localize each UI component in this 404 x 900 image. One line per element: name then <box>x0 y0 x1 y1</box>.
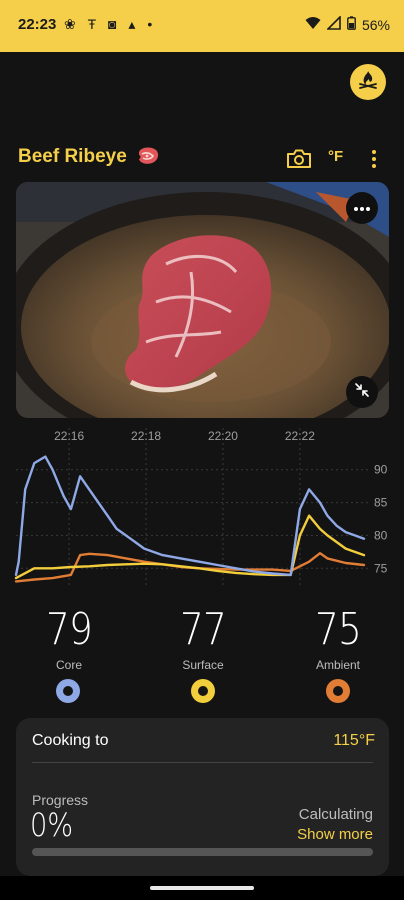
surface-value: 77 <box>180 604 227 655</box>
progress-bar <box>32 848 373 856</box>
battery-percent: 56% <box>361 16 390 33</box>
cooking-to-label: Cooking to <box>32 732 109 749</box>
photo-more-button[interactable] <box>346 192 378 224</box>
y-tick-label: 75 <box>374 561 388 575</box>
ambient-label: Ambient <box>315 658 361 672</box>
more-options-button[interactable] <box>366 148 382 170</box>
more-horizontal-icon <box>353 199 371 217</box>
core-series-toggle[interactable] <box>56 679 80 703</box>
temperature-chart[interactable]: 22:16 22:18 22:20 22:22 90 85 80 75 <box>0 420 404 598</box>
battery-icon <box>347 16 356 33</box>
home-gesture-handle[interactable] <box>150 886 254 890</box>
target-temperature[interactable]: 115°F <box>333 732 375 750</box>
surface-label: Surface <box>182 658 224 672</box>
steak-photo[interactable] <box>16 182 389 418</box>
camera-icon <box>286 149 312 174</box>
page-title: Beef Ribeye <box>18 146 127 167</box>
status-bar: 22:23 ❀ Ŧ ◙ ▴ • 56% <box>0 0 404 52</box>
y-tick-label: 80 <box>374 528 388 542</box>
calculating-status: Calculating <box>298 806 373 823</box>
steak-icon <box>136 146 160 171</box>
y-tick-label: 85 <box>374 496 388 510</box>
core-reading: 79 Core <box>14 604 124 672</box>
status-time: 22:23 <box>18 16 57 33</box>
progress-value: 0% <box>30 806 74 844</box>
core-value: 79 <box>46 604 93 655</box>
cooking-card: Cooking to 115°F Progress 0% Calculating… <box>16 718 389 876</box>
system-nav-bar <box>0 876 404 900</box>
y-tick-label: 90 <box>374 463 388 477</box>
unit-toggle-button[interactable]: °F <box>328 148 343 165</box>
flame-logo-button[interactable] <box>350 64 386 100</box>
more-vertical-icon <box>366 150 382 174</box>
notification-icons: ❀ Ŧ ◙ ▴ • <box>64 16 157 32</box>
collapse-arrows-icon <box>354 382 370 403</box>
flame-logo-icon <box>357 69 379 96</box>
x-tick-label: 22:22 <box>285 429 315 443</box>
signal-icon <box>326 15 341 33</box>
x-tick-label: 22:18 <box>131 429 161 443</box>
core-label: Core <box>55 658 82 672</box>
ambient-series-toggle[interactable] <box>326 679 350 703</box>
card-divider <box>32 762 373 763</box>
camera-button[interactable] <box>286 148 312 170</box>
surface-reading: 77 Surface <box>148 604 258 672</box>
wifi-icon <box>305 16 321 33</box>
status-right-group: 56% <box>305 15 390 33</box>
temperature-chart-svg: 22:16 22:18 22:20 22:22 90 85 80 75 <box>14 428 388 588</box>
x-tick-label: 22:16 <box>54 429 84 443</box>
x-tick-label: 22:20 <box>208 429 238 443</box>
photo-collapse-button[interactable] <box>346 376 378 408</box>
core-series-line <box>14 455 366 577</box>
ambient-value: 75 <box>315 604 362 655</box>
ambient-reading: 75 Ambient <box>283 604 393 672</box>
show-more-link[interactable]: Show more <box>297 826 373 843</box>
surface-series-toggle[interactable] <box>191 679 215 703</box>
steak-photo-image <box>16 182 389 418</box>
